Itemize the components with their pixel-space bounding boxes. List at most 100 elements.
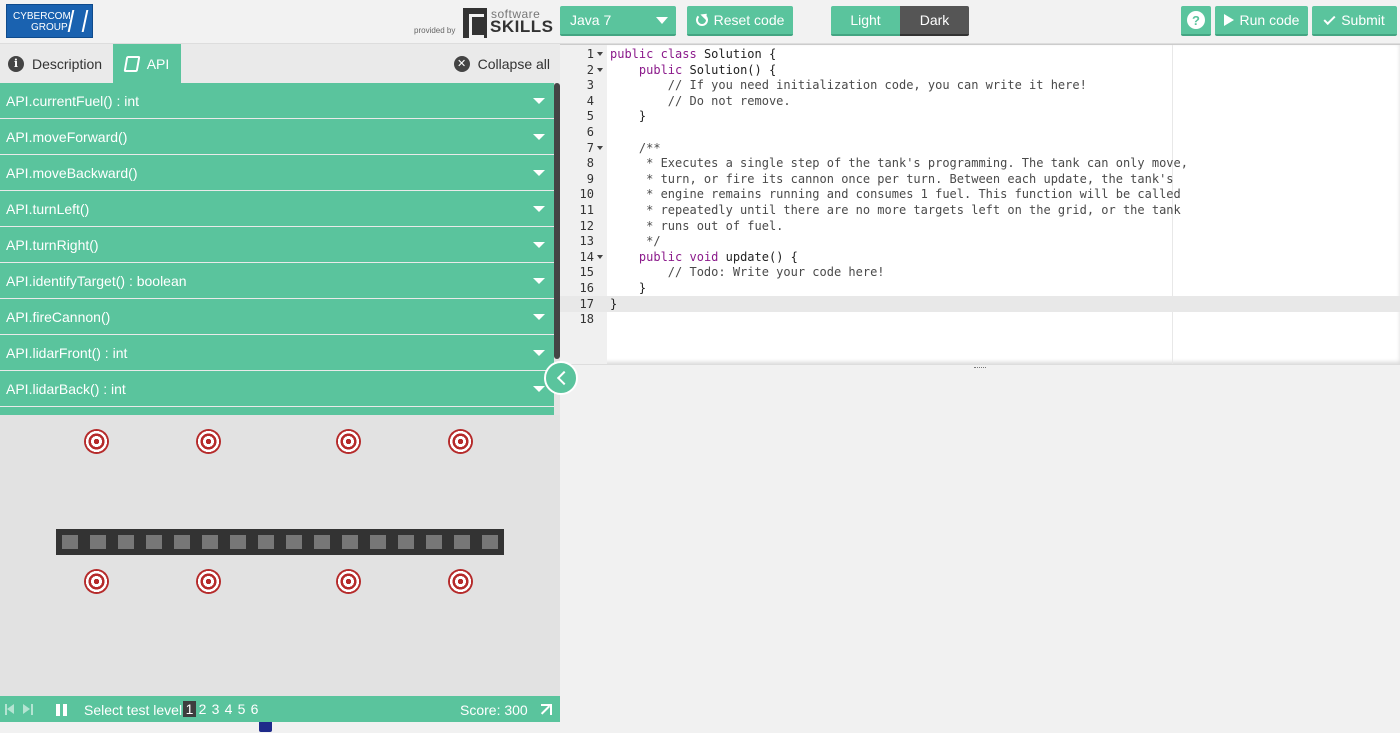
line-number: 9 bbox=[586, 171, 594, 186]
fullscreen-icon[interactable] bbox=[541, 704, 552, 715]
code-line[interactable]: 9 * turn, or fire its cannon once per tu… bbox=[560, 171, 1400, 187]
level-2[interactable]: 2 bbox=[196, 701, 209, 717]
fold-arrow-icon[interactable] bbox=[597, 145, 603, 150]
target-icon bbox=[84, 429, 109, 454]
theme-dark-button[interactable]: Dark bbox=[900, 6, 969, 36]
chevron-down-icon bbox=[533, 134, 545, 140]
api-item-label: API.lidarBack() : int bbox=[6, 380, 126, 397]
code-text: /** bbox=[610, 140, 661, 155]
code-line[interactable]: 14 public void update() { bbox=[560, 249, 1400, 265]
code-line[interactable]: 2 public Solution() { bbox=[560, 62, 1400, 78]
panel-tabs: i Description API ✕ Collapse all bbox=[0, 44, 560, 83]
code-editor[interactable]: 1 public class Solution {2 public Solutio… bbox=[560, 44, 1400, 365]
code-text: */ bbox=[610, 234, 661, 249]
help-button[interactable]: ? bbox=[1181, 6, 1211, 36]
skip-last-icon[interactable] bbox=[23, 704, 33, 715]
line-number: 13 bbox=[579, 234, 594, 249]
level-1[interactable]: 1 bbox=[183, 701, 196, 717]
code-text: } bbox=[610, 281, 647, 295]
code-line[interactable]: 4 // Do not remove. bbox=[560, 93, 1400, 109]
reset-code-button[interactable]: Reset code bbox=[687, 6, 793, 36]
api-item-label: API.lidarFront() : int bbox=[6, 344, 128, 361]
run-code-button[interactable]: Run code bbox=[1215, 6, 1308, 36]
fold-arrow-icon[interactable] bbox=[597, 254, 603, 259]
code-text: // Do not remove. bbox=[610, 93, 791, 108]
theme-light-button[interactable]: Light bbox=[831, 6, 900, 36]
software-skills-logo-icon bbox=[463, 8, 487, 38]
code-text: public class Solution { bbox=[610, 47, 777, 61]
code-line[interactable]: 13 */ bbox=[560, 233, 1400, 249]
fold-arrow-icon[interactable] bbox=[597, 67, 603, 72]
level-4[interactable]: 4 bbox=[222, 701, 235, 717]
code-line[interactable]: 16 } bbox=[560, 280, 1400, 296]
code-line[interactable]: 17} bbox=[560, 295, 1400, 312]
chevron-down-icon bbox=[533, 314, 545, 320]
api-item[interactable]: API.moveForward() bbox=[0, 119, 554, 155]
line-number: 8 bbox=[586, 156, 594, 171]
api-item[interactable]: API.currentFuel() : int bbox=[0, 83, 554, 119]
level-3[interactable]: 3 bbox=[209, 701, 222, 717]
tab-description[interactable]: i Description bbox=[8, 44, 102, 83]
reset-code-label: Reset code bbox=[713, 12, 785, 28]
language-select[interactable]: Java 7 bbox=[560, 6, 676, 36]
target-icon bbox=[336, 429, 361, 454]
question-icon: ? bbox=[1187, 11, 1205, 29]
api-item[interactable]: API.lidarFront() : int bbox=[0, 335, 554, 371]
theme-dark-label: Dark bbox=[919, 12, 950, 28]
code-line[interactable]: 8 * Executes a single step of the tank's… bbox=[560, 155, 1400, 171]
target-icon bbox=[84, 569, 109, 594]
line-number: 5 bbox=[586, 109, 594, 124]
api-item[interactable]: API.lidarBack() : int bbox=[0, 371, 554, 407]
line-number: 6 bbox=[586, 125, 594, 139]
code-line[interactable]: 1 public class Solution { bbox=[560, 46, 1400, 62]
code-line[interactable]: 10 * engine remains running and consumes… bbox=[560, 186, 1400, 202]
level-6[interactable]: 6 bbox=[248, 701, 261, 717]
status-bar: Select test level 123456 Score: 300 bbox=[0, 696, 560, 722]
chevron-down-icon bbox=[533, 98, 545, 104]
code-line[interactable]: 18 bbox=[560, 311, 1400, 327]
wall-block bbox=[168, 529, 196, 555]
skip-first-icon[interactable] bbox=[5, 704, 15, 715]
api-item[interactable]: API.turnRight() bbox=[0, 227, 554, 263]
line-number: 2 bbox=[586, 62, 594, 77]
line-number: 14 bbox=[579, 249, 594, 264]
target-icon bbox=[448, 429, 473, 454]
code-line[interactable]: 11 * repeatedly until there are no more … bbox=[560, 202, 1400, 218]
code-line[interactable]: 15 // Todo: Write your code here! bbox=[560, 264, 1400, 280]
code-line[interactable]: 5 } bbox=[560, 108, 1400, 124]
pause-icon[interactable] bbox=[56, 704, 67, 716]
tab-api[interactable]: API bbox=[113, 44, 181, 83]
fold-arrow-icon[interactable] bbox=[597, 52, 603, 56]
target-icon bbox=[336, 569, 361, 594]
editor-resize-handle[interactable] bbox=[560, 364, 1400, 373]
chevron-down-icon bbox=[533, 278, 545, 284]
wall-block bbox=[476, 529, 504, 555]
target-icon bbox=[196, 429, 221, 454]
wall-block bbox=[280, 529, 308, 555]
code-text: // Todo: Write your code here! bbox=[610, 265, 885, 280]
api-item[interactable]: API.turnLeft() bbox=[0, 191, 554, 227]
api-item[interactable]: API.moveBackward() bbox=[0, 155, 554, 191]
collapse-all-label: Collapse all bbox=[477, 55, 550, 72]
code-line[interactable]: 3 // If you need initialization code, yo… bbox=[560, 77, 1400, 93]
api-item[interactable]: API.fireCannon() bbox=[0, 299, 554, 335]
api-item-label: API.moveForward() bbox=[6, 128, 128, 145]
code-line[interactable]: 6 bbox=[560, 124, 1400, 140]
collapse-all-button[interactable]: ✕ Collapse all bbox=[453, 44, 550, 83]
code-text: public Solution() { bbox=[638, 62, 777, 77]
collapse-panel-button[interactable] bbox=[544, 361, 578, 395]
wall-block bbox=[224, 529, 252, 555]
api-item-label: API.fireCannon() bbox=[6, 308, 111, 325]
code-text: * Executes a single step of the tank's p… bbox=[610, 156, 1188, 171]
line-number: 4 bbox=[586, 93, 594, 108]
game-canvas bbox=[0, 415, 560, 732]
play-icon bbox=[1223, 14, 1234, 26]
code-line[interactable]: 12 * runs out of fuel. bbox=[560, 218, 1400, 234]
code-line[interactable]: 7 /** bbox=[560, 140, 1400, 156]
level-5[interactable]: 5 bbox=[235, 701, 248, 717]
code-text: } bbox=[610, 109, 647, 124]
submit-button[interactable]: Submit bbox=[1312, 6, 1397, 36]
output-area bbox=[560, 372, 1400, 722]
chevron-down-icon bbox=[533, 206, 545, 212]
api-item[interactable]: API.identifyTarget() : boolean bbox=[0, 263, 554, 299]
